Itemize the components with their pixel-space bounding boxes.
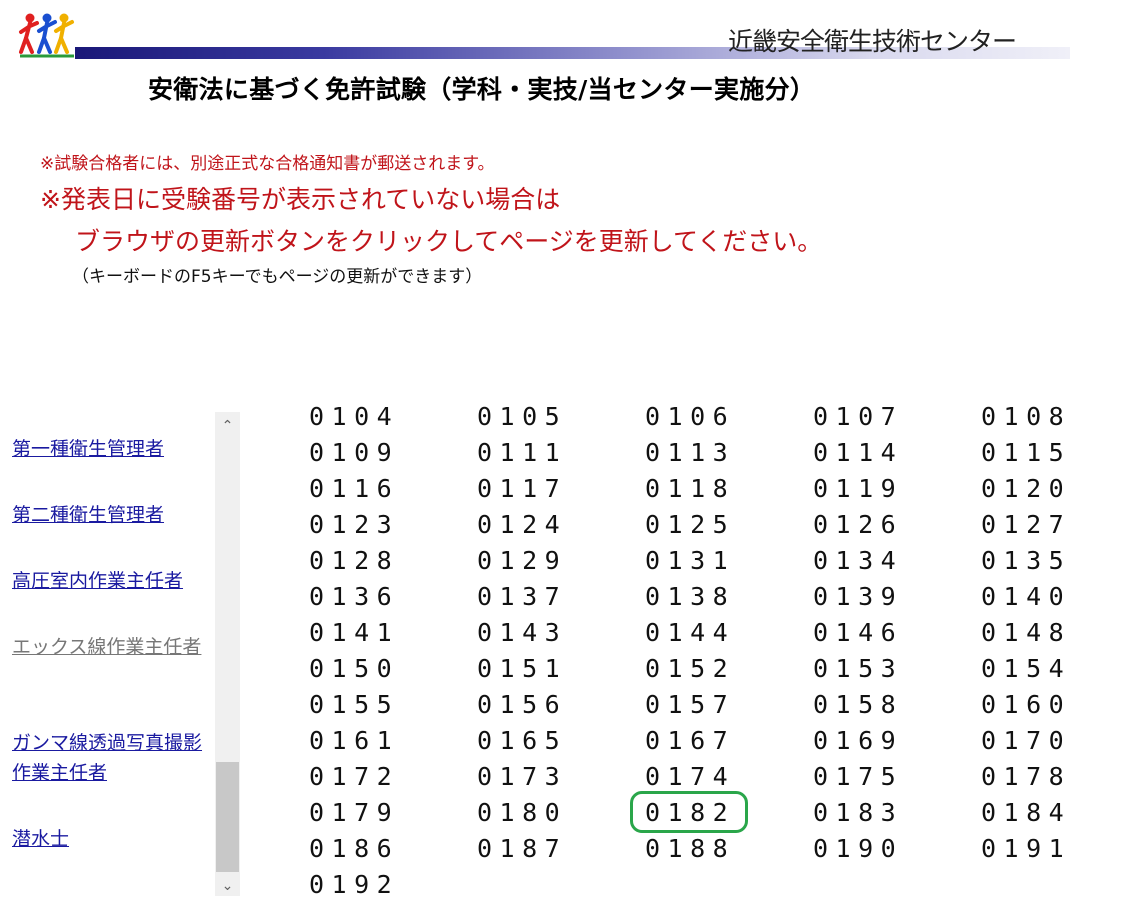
chevron-down-icon[interactable]: ⌄ <box>215 874 240 898</box>
pass-number: 0107 <box>813 405 904 431</box>
pass-number: 0126 <box>813 510 904 539</box>
pass-number: 0184 <box>981 798 1072 827</box>
sidebar-scrollbar[interactable]: ⌃ ⌄ <box>215 412 240 896</box>
pass-number: 0169 <box>813 726 904 755</box>
pass-number: 0146 <box>813 618 904 647</box>
pass-number: 0116 <box>309 474 400 503</box>
pass-number: 0123 <box>309 510 400 539</box>
pass-number-grid: 0104 0105 0106 0107 0108 0109 0111 0113 0114 0115… <box>245 405 1136 896</box>
pass-number: 0131 <box>645 546 736 575</box>
pass-number: 0117 <box>477 474 568 503</box>
pass-number: 0173 <box>477 762 568 791</box>
pass-number: 0172 <box>309 762 400 791</box>
pass-number: 0174 <box>645 762 736 791</box>
org-name: 近畿安全衛生技術センター <box>728 27 1017 56</box>
pass-number: 0115 <box>981 438 1072 467</box>
notice-refresh-line2: ブラウザの更新ボタンをクリックしてページを更新してください。 <box>75 227 823 256</box>
pass-number: 0104 <box>309 405 400 431</box>
pass-number: 0182 <box>645 798 736 827</box>
pass-number: 0161 <box>309 726 400 755</box>
notice-f5-hint: （キーボードのF5キーでもページの更新ができます） <box>72 267 483 287</box>
pass-number: 0137 <box>477 582 568 611</box>
pass-number: 0170 <box>981 726 1072 755</box>
sidebar-item-eisei-1[interactable]: 第一種衛生管理者 <box>12 434 202 464</box>
pass-number: 0151 <box>477 654 568 683</box>
pass-number: 0139 <box>813 582 904 611</box>
runners-logo-icon <box>19 13 74 58</box>
pass-number: 0179 <box>309 798 400 827</box>
pass-number: 0178 <box>981 762 1072 791</box>
pass-number: 0106 <box>645 405 736 431</box>
pass-number: 0165 <box>477 726 568 755</box>
site-header: 近畿安全衛生技術センター <box>0 0 1136 70</box>
notice-pass-letter: ※試験合格者には、別途正式な合格通知書が郵送されます。 <box>40 154 495 174</box>
sidebar-item-eisei-2[interactable]: 第二種衛生管理者 <box>12 500 202 530</box>
pass-number: 0148 <box>981 618 1072 647</box>
pass-number: 0158 <box>813 690 904 719</box>
pass-number: 0154 <box>981 654 1072 683</box>
pass-number: 0136 <box>309 582 400 611</box>
scroll-thumb[interactable] <box>216 762 239 872</box>
sidebar-item-xray[interactable]: エックス線作業主任者 <box>12 632 202 662</box>
pass-number: 0190 <box>813 834 904 863</box>
pass-number: 0120 <box>981 474 1072 503</box>
pass-number: 0127 <box>981 510 1072 539</box>
pass-number: 0175 <box>813 762 904 791</box>
chevron-up-icon[interactable]: ⌃ <box>215 414 240 438</box>
pass-number: 0105 <box>477 405 568 431</box>
pass-number: 0153 <box>813 654 904 683</box>
pass-number: 0167 <box>645 726 736 755</box>
pass-number: 0187 <box>477 834 568 863</box>
pass-number: 0134 <box>813 546 904 575</box>
pass-number: 0150 <box>309 654 400 683</box>
pass-number: 0141 <box>309 618 400 647</box>
sidebar-item-diver[interactable]: 潜水士 <box>12 824 202 854</box>
sidebar-item-kouatsu[interactable]: 高圧室内作業主任者 <box>12 566 202 596</box>
pass-number: 0138 <box>645 582 736 611</box>
pass-number: 0119 <box>813 474 904 503</box>
pass-number: 0129 <box>477 546 568 575</box>
pass-number: 0113 <box>645 438 736 467</box>
pass-number: 0156 <box>477 690 568 719</box>
notice-refresh-line1: ※発表日に受験番号が表示されていない場合は <box>40 185 561 214</box>
pass-number: 0186 <box>309 834 400 863</box>
pass-number: 0118 <box>645 474 736 503</box>
pass-number: 0155 <box>309 690 400 719</box>
pass-number: 0143 <box>477 618 568 647</box>
pass-number: 0140 <box>981 582 1072 611</box>
pass-number: 0114 <box>813 438 904 467</box>
pass-number: 0109 <box>309 438 400 467</box>
pass-number: 0183 <box>813 798 904 827</box>
pass-number: 0180 <box>477 798 568 827</box>
pass-number: 0157 <box>645 690 736 719</box>
pass-number: 0188 <box>645 834 736 863</box>
pass-number: 0125 <box>645 510 736 539</box>
sidebar-item-gamma[interactable]: ガンマ線透過写真撮影作業主任者 <box>12 728 202 788</box>
pass-number: 0111 <box>477 438 568 467</box>
pass-number: 0144 <box>645 618 736 647</box>
pass-number: 0160 <box>981 690 1072 719</box>
pass-number: 0192 <box>309 870 400 896</box>
pass-number: 0152 <box>645 654 736 683</box>
pass-number: 0128 <box>309 546 400 575</box>
exam-sidebar: 第一種衛生管理者 第二種衛生管理者 高圧室内作業主任者 エックス線作業主任者 ガ… <box>0 412 210 896</box>
page-title: 安衛法に基づく免許試験（学科・実技/当センター実施分） <box>148 75 816 104</box>
pass-number: 0108 <box>981 405 1072 431</box>
pass-number: 0124 <box>477 510 568 539</box>
pass-number: 0135 <box>981 546 1072 575</box>
pass-number: 0191 <box>981 834 1072 863</box>
